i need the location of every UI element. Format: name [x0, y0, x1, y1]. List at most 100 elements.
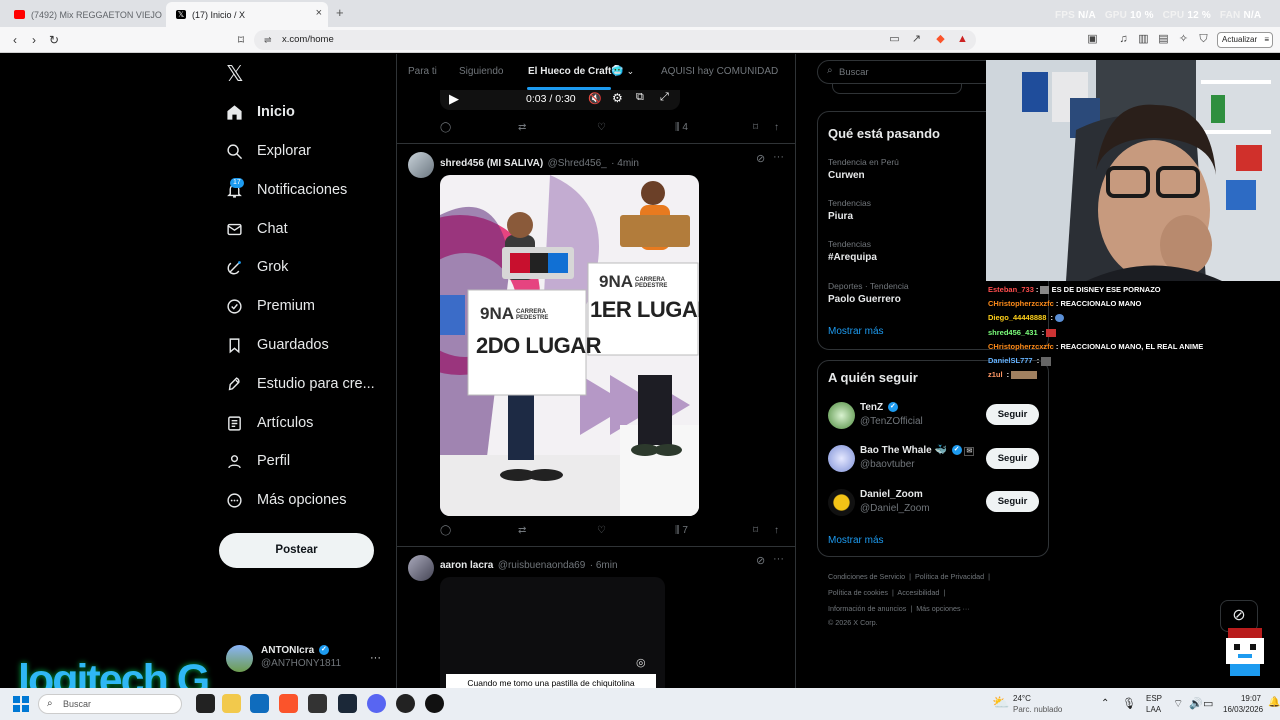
language-indicator[interactable]: ESP LAA — [1146, 694, 1162, 714]
follow-suggestion[interactable]: Bao The Whale 🐳 ✓ ✉ @baovtuber — [860, 445, 975, 470]
nav-grok[interactable]: Grok — [223, 252, 288, 282]
grok-post-icon[interactable]: ⊘ — [756, 152, 765, 165]
reply-icon[interactable]: ◯ — [440, 122, 451, 133]
follow-button[interactable]: Seguir — [986, 448, 1039, 469]
post-time[interactable]: · 4min — [611, 158, 639, 169]
trend-item[interactable]: Tendencias Piura — [828, 198, 871, 222]
rewards-icon[interactable]: ▲ — [956, 33, 969, 46]
follow-suggestion[interactable]: Daniel_Zoom @Daniel_Zoom — [860, 489, 930, 514]
close-tab-icon[interactable]: × — [316, 7, 322, 19]
post-author-name[interactable]: aaron lacra — [440, 560, 493, 571]
post-more-icon[interactable]: ··· — [773, 553, 784, 565]
reply-icon[interactable]: ◯ — [440, 525, 451, 536]
share-icon[interactable]: ↗ — [910, 33, 923, 46]
like-icon[interactable]: ♡ — [597, 122, 606, 133]
brave-browser-icon[interactable] — [279, 694, 298, 713]
screen-cast-icon[interactable]: ▭ — [888, 33, 901, 46]
task-view-icon[interactable] — [196, 694, 215, 713]
footer-link-more[interactable]: Más opciones ··· — [916, 604, 970, 613]
post-image[interactable]: 9NA CARRERA PEDESTRE 2DO LUGAR 9NA CARRE… — [440, 175, 699, 516]
bookmark-post-icon[interactable]: ⌑ — [753, 525, 758, 536]
x-logo-icon[interactable]: 𝕏 — [226, 61, 244, 87]
post-avatar[interactable] — [408, 152, 434, 178]
nav-home[interactable]: Inicio — [223, 97, 295, 127]
file-explorer-icon[interactable] — [222, 694, 241, 713]
post-time[interactable]: · 6min — [590, 560, 618, 571]
like-icon[interactable]: ♡ — [597, 525, 606, 536]
views-icon[interactable]: ⫼ 4 — [675, 122, 688, 133]
video-player[interactable]: ▶ 0:03 / 0:30 🔇 ⚙ ⧉ ⤢ — [440, 90, 680, 110]
tray-chevron-icon[interactable]: ⌃ — [1101, 698, 1109, 709]
play-icon[interactable]: ▶ — [449, 91, 459, 107]
trend-item[interactable]: Deportes · Tendencia Paolo Guerrero — [828, 281, 909, 305]
update-button[interactable]: Actualizar ≡ — [1217, 32, 1273, 48]
follow-avatar[interactable] — [828, 445, 855, 472]
fullscreen-icon[interactable]: ⤢ — [660, 91, 669, 104]
footer-link-accessibility[interactable]: Accesibilidad — [897, 588, 939, 597]
leo-ai-icon[interactable]: ✧ — [1177, 33, 1190, 46]
nav-articles[interactable]: Artículos — [223, 408, 313, 438]
app-icon[interactable] — [308, 694, 327, 713]
mic-icon[interactable]: 🎙 — [1122, 697, 1136, 710]
tab-following[interactable]: Siguiendo — [459, 66, 503, 77]
reload-icon[interactable]: ↻ — [47, 33, 61, 47]
address-bar[interactable]: ⇌ x.com/home — [254, 30, 976, 50]
follow-avatar[interactable] — [828, 402, 855, 429]
footer-link-privacy[interactable]: Política de Privacidad — [915, 572, 984, 581]
sidebar-icon[interactable]: ▥ — [1137, 33, 1150, 46]
bookmark-page-icon[interactable]: ⌑ — [234, 33, 248, 47]
follow-button[interactable]: Seguir — [986, 404, 1039, 425]
bookmark-post-icon[interactable]: ⌑ — [753, 122, 758, 133]
post-button[interactable]: Postear — [219, 533, 374, 568]
nav-chat[interactable]: Chat — [223, 214, 288, 244]
obs-icon[interactable] — [396, 694, 415, 713]
share-post-icon[interactable]: ↑ — [774, 525, 779, 536]
post-author-name[interactable]: shred456 (MI SALIVA) — [440, 158, 543, 169]
post-more-icon[interactable]: ··· — [773, 151, 784, 163]
tab-aquisi-comunidad[interactable]: AQUISI hay COMUNIDAD — [661, 66, 778, 77]
trend-item[interactable]: Tendencia en Perú Curwen — [828, 157, 899, 181]
music-icon[interactable]: ♫ — [1117, 33, 1130, 46]
windows-start-icon[interactable] — [13, 696, 29, 712]
views-icon[interactable]: ⫼ 7 — [675, 525, 688, 536]
post-author-handle[interactable]: @Shred456_ — [548, 158, 607, 169]
battery-icon[interactable]: ▭ — [1203, 697, 1213, 710]
settings-gear-icon[interactable]: ⚙ — [612, 91, 623, 105]
wifi-icon[interactable]: ⌔ — [1173, 697, 1183, 711]
follow-suggestion[interactable]: TenZ ✓ @TenZOfficial — [860, 402, 923, 427]
ghub-icon[interactable] — [425, 694, 444, 713]
nav-creator-studio[interactable]: Estudio para cre... — [223, 369, 375, 399]
back-icon[interactable]: ‹ — [8, 33, 22, 47]
footer-link-ads-info[interactable]: Información de anuncios — [828, 604, 906, 613]
follow-button[interactable]: Seguir — [986, 491, 1039, 512]
follow-avatar[interactable] — [828, 489, 855, 516]
wallet-icon[interactable]: ▣ — [1086, 33, 1099, 46]
new-tab-button[interactable]: + — [336, 5, 344, 20]
discord-icon[interactable] — [367, 694, 386, 713]
brave-shield-icon[interactable]: ◆ — [934, 33, 947, 46]
trend-item[interactable]: Tendencias #Arequipa — [828, 239, 877, 263]
post-author-handle[interactable]: @ruisbuenaonda69 — [498, 560, 585, 571]
account-more-icon[interactable]: ··· — [370, 652, 381, 664]
nav-more-options[interactable]: Más opciones — [223, 485, 346, 515]
account-avatar[interactable] — [226, 645, 253, 672]
browser-tab-x[interactable]: 𝕏 (17) Inicio / X × — [166, 2, 328, 27]
repost-icon[interactable]: ⇄ — [518, 525, 526, 536]
share-post-icon[interactable]: ↑ — [774, 122, 779, 133]
volume-icon[interactable]: 🔊 — [1189, 697, 1203, 710]
grok-post-icon[interactable]: ⊘ — [756, 554, 765, 567]
clock[interactable]: 19:07 16/03/2026 — [1223, 694, 1263, 714]
notifications-icon[interactable]: 🔔 — [1268, 697, 1280, 708]
store-icon[interactable] — [250, 694, 269, 713]
forward-icon[interactable]: › — [27, 33, 41, 47]
tab-el-hueco-de-craft[interactable]: El Hueco de Craft🥶 ⌄ — [528, 66, 634, 77]
nav-bookmarks[interactable]: Guardados — [223, 330, 329, 360]
post-media[interactable]: ◎ Cuando me tomo una pastilla de chiquit… — [440, 577, 665, 688]
follow-show-more-link[interactable]: Mostrar más — [828, 535, 884, 546]
nav-profile[interactable]: Perfil — [223, 446, 290, 476]
footer-link-cookies[interactable]: Política de cookies — [828, 588, 888, 597]
pip-icon[interactable]: ⧉ — [636, 91, 644, 104]
nav-explore[interactable]: Explorar — [223, 136, 311, 166]
mute-icon[interactable]: 🔇 — [588, 92, 602, 105]
wallet-card-icon[interactable]: ▤ — [1157, 33, 1170, 46]
